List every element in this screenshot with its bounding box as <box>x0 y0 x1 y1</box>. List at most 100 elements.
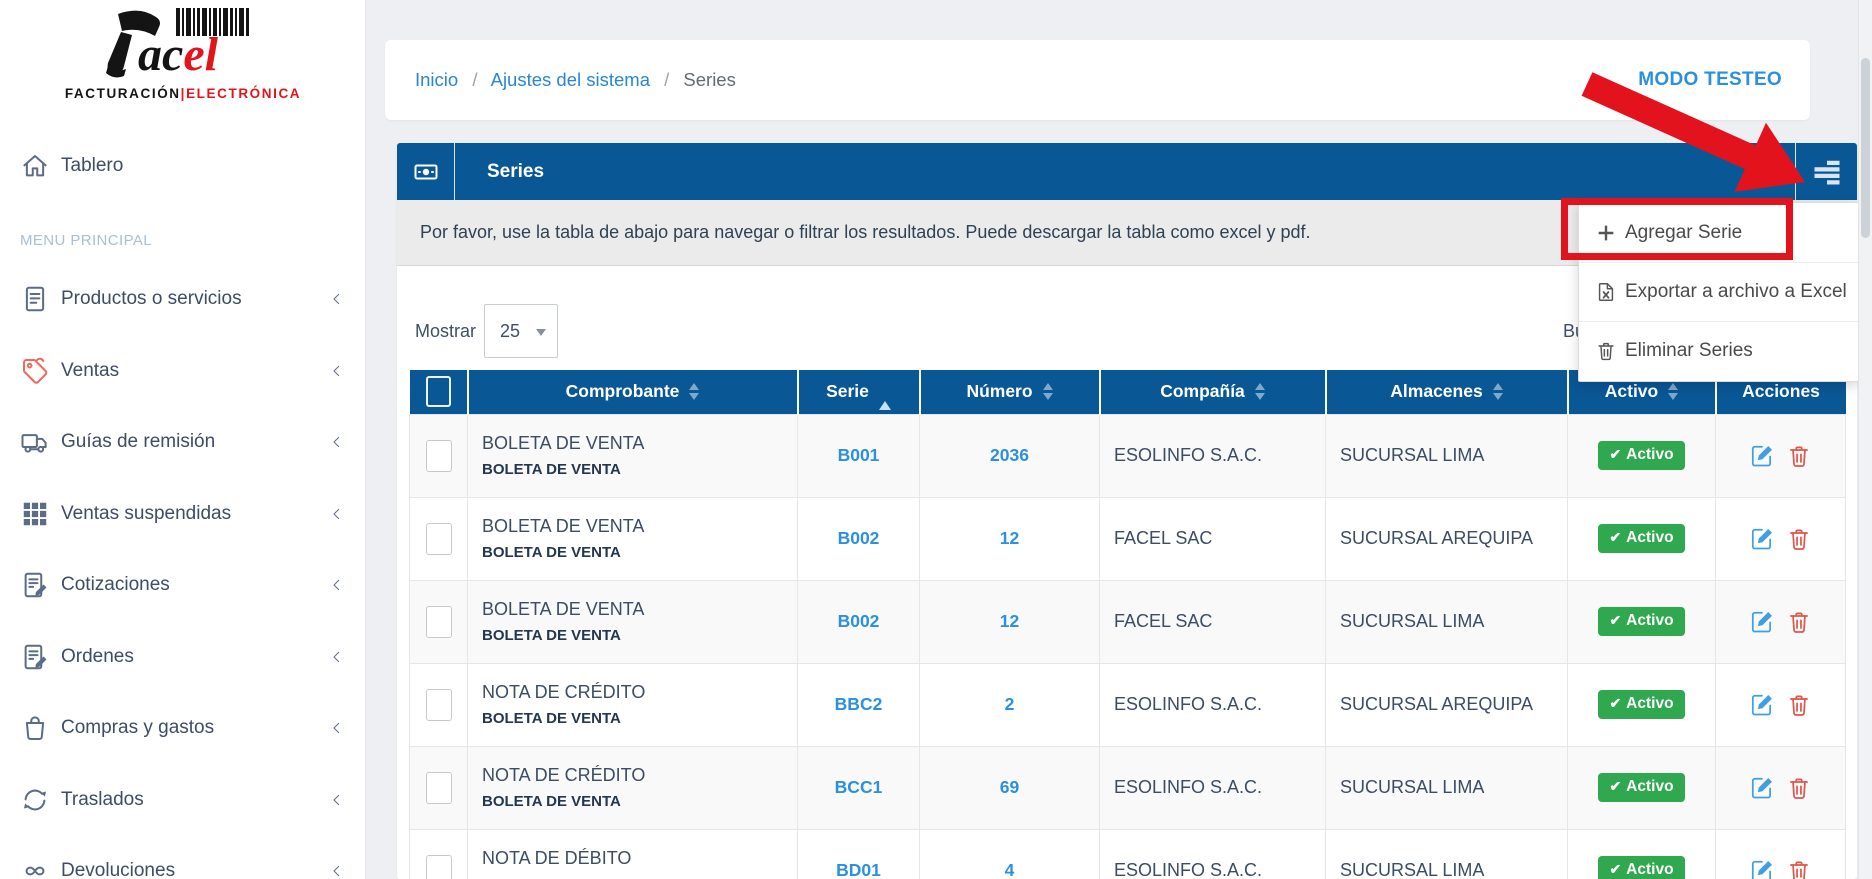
menu-item-label: Agregar Serie <box>1625 222 1743 243</box>
infinity-icon <box>20 856 50 879</box>
almacen-text: SUCURSAL LIMA <box>1340 611 1485 631</box>
comprobante-subtipo-text: BOLETA DE VENTA <box>482 793 621 810</box>
logo-caption: FACTURACIÓN|ELECTRÓNICA <box>64 86 302 101</box>
chevron-left-icon <box>329 861 345 879</box>
column-header-numero[interactable]: Número <box>919 370 1101 414</box>
facel-logo: acel FACTURACIÓN|ELECTRÓNICA <box>0 6 366 101</box>
page-size-value: 25 <box>500 320 521 341</box>
comprobante-text: NOTA DE DÉBITO <box>482 848 632 868</box>
menu-item-exportar-a-archivo-a-excel[interactable]: Exportar a archivo a Excel <box>1579 263 1858 321</box>
numero-link[interactable]: 2 <box>1005 694 1015 714</box>
numero-link[interactable]: 69 <box>1000 777 1019 797</box>
sidebar-item-label: Productos o servicios <box>61 288 242 309</box>
panel-actions-button[interactable] <box>1795 143 1857 200</box>
select-all-checkbox[interactable] <box>425 376 451 408</box>
column-header-compania[interactable]: Compañía <box>1099 370 1327 414</box>
row-checkbox[interactable] <box>425 771 452 804</box>
sync-icon <box>20 785 50 815</box>
serie-link[interactable]: B002 <box>838 611 880 631</box>
almacen-text: SUCURSAL AREQUIPA <box>1340 528 1534 548</box>
sidebar-item-guias-de-remision[interactable]: Guías de remisión <box>0 413 365 471</box>
sidebar-item-productos-o-servicios[interactable]: Productos o servicios <box>0 270 365 328</box>
column-header-serie[interactable]: Serie <box>797 370 921 414</box>
serie-link[interactable]: B002 <box>838 528 880 548</box>
comprobante-text: BOLETA DE VENTA <box>482 433 645 453</box>
delete-icon[interactable] <box>1786 775 1812 801</box>
sidebar-item-ordenes[interactable]: Ordenes <box>0 628 365 686</box>
status-label: Activo <box>1626 861 1674 878</box>
numero-link[interactable]: 12 <box>1000 528 1019 548</box>
svg-text:acel: acel <box>138 28 219 80</box>
menu-item-agregar-serie[interactable]: Agregar Serie <box>1579 204 1858 262</box>
delete-icon[interactable] <box>1786 609 1812 635</box>
numero-link[interactable]: 2036 <box>990 445 1029 465</box>
menu-item-eliminar-series[interactable]: Eliminar Series <box>1579 322 1858 380</box>
delete-icon[interactable] <box>1786 858 1812 879</box>
sidebar-item-tablero[interactable]: Tablero <box>0 137 365 195</box>
serie-link[interactable]: BCC1 <box>835 777 883 797</box>
edit-icon[interactable] <box>1749 609 1775 635</box>
chevron-left-icon <box>329 504 345 524</box>
column-header-label: Compañía <box>1160 381 1245 402</box>
comprobante-subtipo-text: BOLETA DE VENTA <box>482 627 621 644</box>
row-checkbox[interactable] <box>425 522 452 555</box>
edit-icon[interactable] <box>1749 443 1775 469</box>
check-icon: ✔ <box>1609 861 1622 877</box>
edit-icon[interactable] <box>1749 526 1775 552</box>
sort-arrows-icon <box>1492 383 1503 401</box>
panel-title: Series <box>487 160 545 182</box>
sidebar-item-compras-y-gastos[interactable]: Compras y gastos <box>0 699 365 757</box>
serie-link[interactable]: B001 <box>838 445 880 465</box>
column-header-almacenes[interactable]: Almacenes <box>1325 370 1569 414</box>
mode-testeo-badge: MODO TESTEO <box>1638 69 1782 90</box>
row-checkbox[interactable] <box>425 605 452 638</box>
list-icon <box>1810 157 1844 187</box>
delete-icon[interactable] <box>1786 443 1812 469</box>
sidebar-item-traslados[interactable]: Traslados <box>0 771 365 829</box>
row-checkbox[interactable] <box>425 688 452 721</box>
plus-icon <box>1595 222 1617 244</box>
serie-link[interactable]: BD01 <box>836 860 881 879</box>
check-icon: ✔ <box>1609 612 1622 628</box>
table-row: BOLETA DE VENTA BOLETA DE VENTA B002 12 FACE… <box>409 579 1846 664</box>
tag-icon <box>20 356 50 386</box>
numero-link[interactable]: 4 <box>1005 860 1015 879</box>
almacen-text: SUCURSAL LIMA <box>1340 860 1485 879</box>
column-header-label: Activo <box>1604 381 1659 402</box>
sort-arrows-icon <box>1042 383 1053 401</box>
breadcrumb-link-inicio[interactable]: Inicio <box>415 69 458 90</box>
scrollbar-thumb[interactable] <box>1861 58 1870 238</box>
page-size-select[interactable]: 25 <box>484 304 559 358</box>
sidebar-item-ventas-suspendidas[interactable]: Ventas suspendidas <box>0 485 365 543</box>
row-checkbox[interactable] <box>425 854 452 879</box>
delete-icon[interactable] <box>1786 692 1812 718</box>
table-row: NOTA DE CRÉDITO BOLETA DE VENTA BCC1 69 ESOL… <box>409 745 1846 830</box>
breadcrumb-link-ajustes[interactable]: Ajustes del sistema <box>491 69 650 90</box>
column-header-comprobante[interactable]: Comprobante <box>467 370 799 414</box>
comprobante-text: BOLETA DE VENTA <box>482 516 645 536</box>
edit-icon[interactable] <box>1749 775 1775 801</box>
home-icon <box>20 151 50 181</box>
scrollbar <box>1858 0 1872 879</box>
info-text: Por favor, use la tabla de abajo para na… <box>420 222 1311 242</box>
sidebar: acel FACTURACIÓN|ELECTRÓNICA Tablero MEN… <box>0 0 366 879</box>
column-header-label: Acciones <box>1742 381 1820 402</box>
panel-header: Series <box>397 143 1857 200</box>
comprobante-subtipo-text: BOLETA DE VENTA <box>482 710 621 727</box>
row-checkbox[interactable] <box>425 439 452 472</box>
delete-icon[interactable] <box>1786 526 1812 552</box>
column-header-checkbox <box>409 370 469 414</box>
sidebar-item-devoluciones[interactable]: Devoluciones <box>0 842 365 879</box>
edit-icon[interactable] <box>1749 858 1775 879</box>
chevron-left-icon <box>329 718 345 738</box>
sidebar-item-ventas[interactable]: Ventas <box>0 342 365 400</box>
numero-link[interactable]: 12 <box>1000 611 1019 631</box>
compania-text: FACEL SAC <box>1114 528 1213 548</box>
serie-link[interactable]: BBC2 <box>835 694 883 714</box>
breadcrumb-separator: / <box>472 69 478 90</box>
chevron-left-icon <box>329 361 345 381</box>
sidebar-item-cotizaciones[interactable]: Cotizaciones <box>0 556 365 614</box>
shopping-bag-icon <box>20 713 50 743</box>
compania-text: ESOLINFO S.A.C. <box>1114 445 1263 465</box>
edit-icon[interactable] <box>1749 692 1775 718</box>
